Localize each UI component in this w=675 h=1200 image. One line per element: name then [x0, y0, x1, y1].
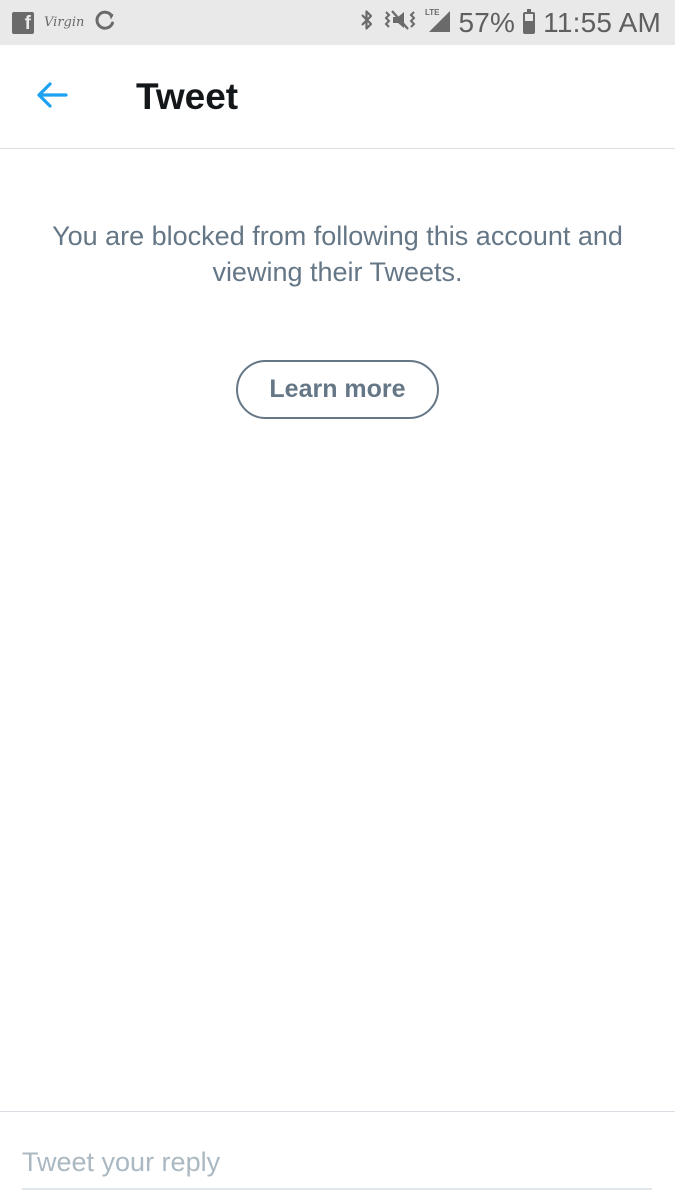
bluetooth-icon: [359, 8, 375, 37]
page-title: Tweet: [136, 76, 239, 117]
back-button[interactable]: [22, 67, 82, 127]
top-app-bar: Tweet: [0, 45, 675, 149]
vibrate-icon: [383, 8, 417, 37]
battery-percent: 57%: [458, 6, 516, 38]
tweet-screen: f Virgin LTE 57% 11:55 AM Tweet You are …: [0, 0, 675, 1200]
battery-icon: [523, 8, 536, 34]
arrow-left-icon: [35, 81, 69, 114]
reply-composer-bar: [0, 1111, 675, 1200]
blocked-notice-text: You are blocked from following this acco…: [52, 221, 623, 287]
sync-icon: [94, 9, 116, 36]
reply-input[interactable]: [22, 1136, 652, 1190]
status-bar-right: LTE 57% 11:55 AM: [351, 7, 661, 39]
battery-level-fill: [525, 21, 534, 32]
status-bar-left: f Virgin: [12, 9, 126, 36]
network-type-label: LTE: [425, 8, 440, 17]
status-bar: f Virgin LTE 57% 11:55 AM: [0, 0, 675, 45]
clock-time: 11:55 AM: [543, 6, 661, 38]
learn-more-button[interactable]: Learn more: [236, 360, 439, 419]
virgin-mobile-logo: Virgin: [44, 15, 85, 30]
facebook-icon: f: [12, 11, 34, 34]
lte-signal-icon: LTE: [425, 7, 451, 38]
